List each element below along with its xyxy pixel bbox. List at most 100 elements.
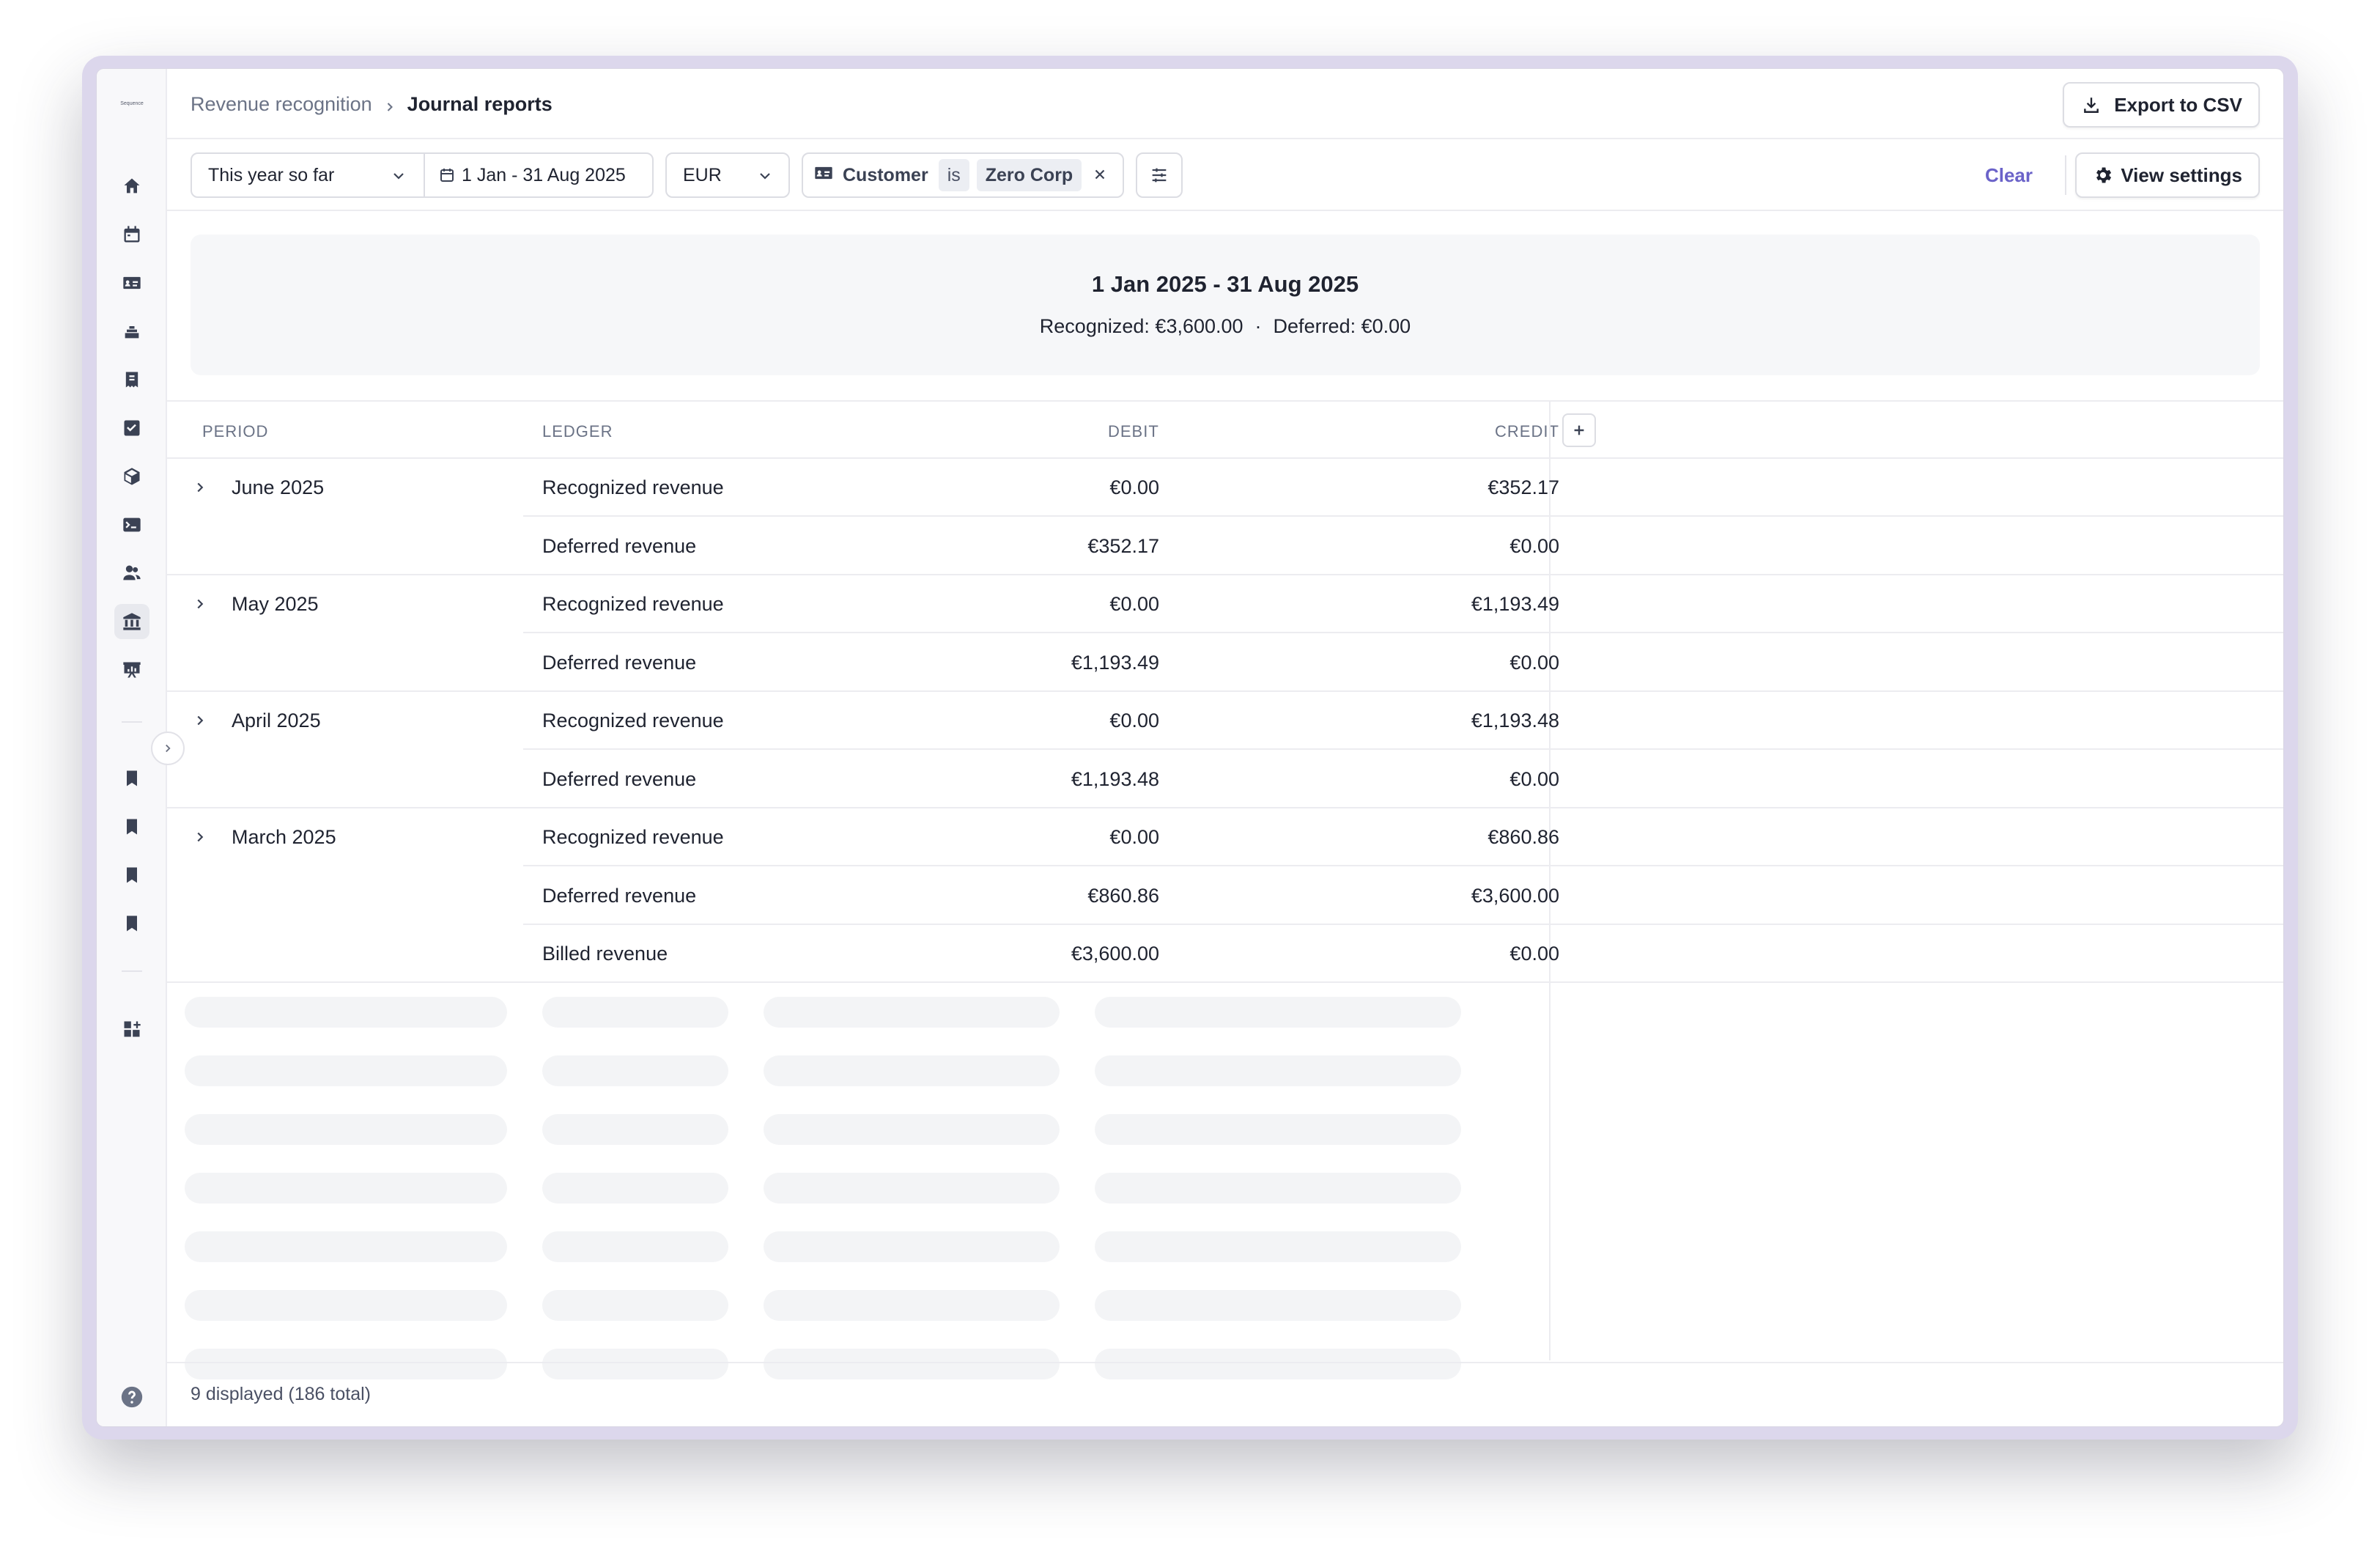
export-csv-button[interactable]: Export to CSV (2063, 82, 2260, 128)
skeleton-placeholder (1095, 1231, 1461, 1262)
filter-options-button[interactable] (1136, 152, 1183, 198)
stack-icon[interactable] (114, 314, 149, 349)
id-card-icon (813, 163, 843, 188)
debit-cell: €1,193.49 (1071, 651, 1159, 674)
table-row[interactable]: Deferred revenue €860.86 €3,600.00 (167, 867, 2283, 925)
debit-cell: €1,193.48 (1071, 767, 1159, 790)
bookmark-icon[interactable] (114, 906, 149, 941)
column-header-ledger[interactable]: Ledger (542, 422, 613, 441)
filter-bar: This year so far 1 Jan - 31 Aug 2025 EUR… (167, 139, 2283, 211)
separator-dot: · (1254, 315, 1262, 337)
period-select[interactable]: This year so far (191, 152, 425, 198)
id-card-icon[interactable] (114, 265, 149, 301)
skeleton-placeholder (764, 996, 1060, 1028)
chevron-down-icon (390, 167, 407, 190)
period-cell: March 2025 (232, 826, 336, 848)
debit-cell: €860.86 (1087, 884, 1159, 907)
app-logo[interactable]: Sequence (116, 97, 148, 111)
customer-filter[interactable]: Customer is Zero Corp (802, 152, 1124, 198)
skeleton-placeholder (764, 1055, 1060, 1086)
page-title: Journal reports (407, 92, 552, 115)
recognized-value: €3,600.00 (1155, 315, 1243, 337)
credit-cell: €0.00 (1509, 651, 1559, 674)
ledger-cell: Recognized revenue (542, 593, 724, 615)
period-select-value: This year so far (208, 164, 335, 185)
calendar-icon (440, 169, 454, 182)
skeleton-placeholder (185, 996, 507, 1028)
help-icon[interactable] (114, 1379, 149, 1415)
credit-cell: €352.17 (1488, 476, 1559, 498)
download-icon (2084, 97, 2099, 113)
filter-operator-chip[interactable]: is (938, 159, 969, 191)
chevron-right-icon[interactable] (192, 829, 208, 845)
sliders-icon (1152, 168, 1167, 183)
users-icon[interactable] (114, 556, 149, 591)
period-cell: April 2025 (232, 710, 321, 731)
table-row[interactable]: Deferred revenue €1,193.48 €0.00 (167, 751, 2283, 808)
skeleton-placeholder (542, 1172, 728, 1204)
clear-filters-link[interactable]: Clear (1985, 164, 2033, 187)
ledger-cell: Billed revenue (542, 943, 668, 965)
skeleton-placeholder (1095, 1113, 1461, 1145)
skeleton-placeholder (542, 996, 728, 1028)
credit-cell: €1,193.49 (1471, 593, 1559, 615)
table-row[interactable]: June 2025 Recognized revenue €0.00 €352.17 (167, 459, 2283, 517)
debit-cell: €3,600.00 (1071, 943, 1159, 965)
chevron-right-icon[interactable] (192, 596, 208, 612)
skeleton-placeholder (542, 1231, 728, 1262)
ledger-cell: Deferred revenue (542, 884, 697, 907)
view-settings-label: View settings (2121, 163, 2242, 186)
sidebar-divider (122, 721, 142, 723)
ledger-cell: Deferred revenue (542, 534, 697, 557)
ledger-cell: Recognized revenue (542, 476, 724, 498)
date-range-value: 1 Jan - 31 Aug 2025 (462, 164, 626, 185)
sidebar-expand-button[interactable] (151, 731, 185, 765)
column-header-debit[interactable]: Debit (1108, 422, 1159, 441)
check-square-icon[interactable] (114, 410, 149, 446)
cube-icon[interactable] (114, 459, 149, 494)
plus-icon (1574, 425, 1584, 435)
bookmark-icon[interactable] (114, 809, 149, 844)
table-row[interactable]: Billed revenue €3,600.00 €0.00 (167, 925, 2283, 983)
table-row[interactable]: April 2025 Recognized revenue €0.00 €1,193.… (167, 692, 2283, 750)
debit-cell: €352.17 (1087, 534, 1159, 557)
date-range-picker[interactable]: 1 Jan - 31 Aug 2025 (424, 152, 654, 198)
chevron-right-icon[interactable] (192, 712, 208, 729)
calendar-icon[interactable] (114, 217, 149, 252)
currency-select[interactable]: EUR (665, 152, 790, 198)
add-column-button[interactable] (1562, 413, 1596, 447)
skeleton-placeholder (1095, 1289, 1461, 1321)
table-row[interactable]: Deferred revenue €1,193.49 €0.00 (167, 634, 2283, 692)
skeleton-placeholder (764, 1289, 1060, 1321)
skeleton-placeholder (185, 1289, 507, 1321)
close-icon[interactable] (1092, 166, 1109, 184)
chevron-down-icon (756, 167, 774, 190)
skeleton-placeholder (185, 1113, 507, 1145)
presentation-icon[interactable] (114, 652, 149, 688)
column-header-period[interactable]: Period (202, 422, 268, 441)
terminal-icon[interactable] (114, 507, 149, 542)
home-icon[interactable] (114, 169, 149, 204)
view-settings-button[interactable]: View settings (2075, 152, 2260, 198)
invoice-icon[interactable] (114, 362, 149, 397)
credit-cell: €0.00 (1509, 534, 1559, 557)
bank-icon[interactable] (114, 604, 149, 639)
bookmark-icon[interactable] (114, 858, 149, 893)
table-row[interactable]: March 2025 Recognized revenue €0.00 €860.86 (167, 808, 2283, 866)
filter-value-chip[interactable]: Zero Corp (976, 159, 1082, 191)
chevron-right-icon[interactable] (192, 479, 208, 495)
skeleton-placeholder (185, 1172, 507, 1204)
deferred-label: Deferred: (1273, 315, 1356, 337)
table-row[interactable]: May 2025 Recognized revenue €0.00 €1,193.49 (167, 575, 2283, 633)
table-row[interactable]: Deferred revenue €352.17 €0.00 (167, 517, 2283, 575)
skeleton-placeholder (764, 1172, 1060, 1204)
credit-cell: €1,193.48 (1471, 710, 1559, 731)
breadcrumb-parent-link[interactable]: Revenue recognition (191, 93, 372, 116)
ledger-cell: Recognized revenue (542, 826, 724, 848)
skeleton-placeholder (764, 1113, 1060, 1145)
period-cell: June 2025 (232, 476, 325, 498)
bookmark-icon[interactable] (114, 761, 149, 796)
credit-cell: €0.00 (1509, 943, 1559, 965)
ledger-cell: Deferred revenue (542, 651, 697, 674)
apps-grid-icon[interactable] (114, 1011, 149, 1047)
